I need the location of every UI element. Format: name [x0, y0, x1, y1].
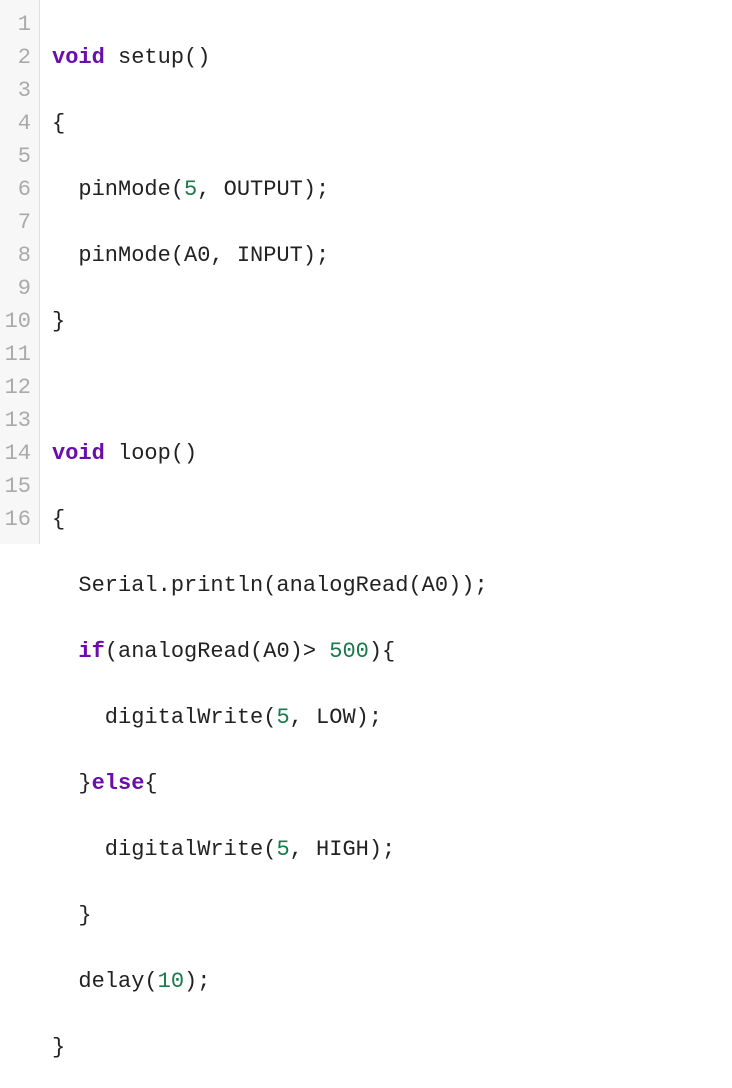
code-text — [52, 639, 78, 664]
code-line: digitalWrite(5, HIGH); — [52, 833, 732, 866]
code-line: void loop() — [52, 437, 732, 470]
code-text: ){ — [369, 639, 395, 664]
line-number: 2 — [4, 41, 31, 74]
brace: { — [52, 507, 65, 532]
code-text: Serial.println(analogRead(A0)); — [52, 573, 488, 598]
code-line: delay(10); — [52, 965, 732, 998]
number: 5 — [184, 177, 197, 202]
code-line: if(analogRead(A0)> 500){ — [52, 635, 732, 668]
code-line: digitalWrite(5, LOW); — [52, 701, 732, 734]
code-text: { — [144, 771, 157, 796]
keyword: else — [92, 771, 145, 796]
line-number: 12 — [4, 371, 31, 404]
code-area[interactable]: void setup() { pinMode(5, OUTPUT); pinMo… — [40, 0, 732, 544]
code-line — [52, 371, 732, 404]
code-text: } — [52, 771, 92, 796]
code-line: }else{ — [52, 767, 732, 800]
line-number: 16 — [4, 503, 31, 536]
code-line: } — [52, 1031, 732, 1064]
keyword: if — [78, 639, 104, 664]
line-number: 11 — [4, 338, 31, 371]
number: 10 — [158, 969, 184, 994]
code-line: pinMode(5, OUTPUT); — [52, 173, 732, 206]
keyword: void — [52, 45, 105, 70]
line-number: 7 — [4, 206, 31, 239]
line-number-gutter: 1 2 3 4 5 6 7 8 9 10 11 12 13 14 15 16 — [0, 0, 40, 544]
code-text: ); — [184, 969, 210, 994]
code-text: (analogRead(A0)> — [105, 639, 329, 664]
code-line: } — [52, 899, 732, 932]
line-number: 5 — [4, 140, 31, 173]
code-line: { — [52, 503, 732, 536]
code-text: , OUTPUT); — [197, 177, 329, 202]
brace: } — [52, 309, 65, 334]
code-text: digitalWrite( — [52, 705, 276, 730]
code-line: Serial.println(analogRead(A0)); — [52, 569, 732, 602]
line-number: 1 — [4, 8, 31, 41]
code-text: } — [52, 903, 92, 928]
code-text: setup() — [105, 45, 211, 70]
line-number: 9 — [4, 272, 31, 305]
line-number: 13 — [4, 404, 31, 437]
line-number: 14 — [4, 437, 31, 470]
line-number: 10 — [4, 305, 31, 338]
line-number: 6 — [4, 173, 31, 206]
code-text: , LOW); — [290, 705, 382, 730]
line-number: 15 — [4, 470, 31, 503]
code-line: pinMode(A0, INPUT); — [52, 239, 732, 272]
brace: { — [52, 111, 65, 136]
number: 5 — [276, 705, 289, 730]
line-number: 3 — [4, 74, 31, 107]
code-line: } — [52, 305, 732, 338]
keyword: void — [52, 441, 105, 466]
code-text: loop() — [105, 441, 197, 466]
brace: } — [52, 1035, 65, 1060]
code-text: digitalWrite( — [52, 837, 276, 862]
code-line: { — [52, 107, 732, 140]
code-text: pinMode( — [52, 177, 184, 202]
code-text: delay( — [52, 969, 158, 994]
code-text: , HIGH); — [290, 837, 396, 862]
number: 500 — [329, 639, 369, 664]
code-text: pinMode(A0, INPUT); — [52, 243, 329, 268]
number: 5 — [276, 837, 289, 862]
line-number: 8 — [4, 239, 31, 272]
line-number: 4 — [4, 107, 31, 140]
code-line: void setup() — [52, 41, 732, 74]
